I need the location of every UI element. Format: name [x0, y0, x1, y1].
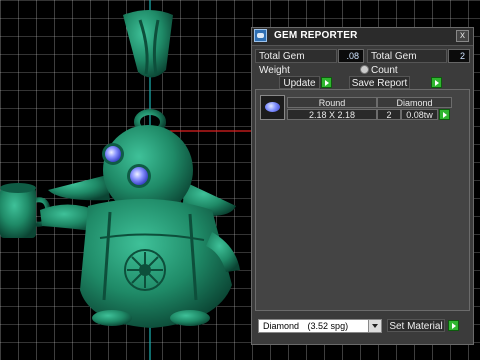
gem-count: 2 [377, 109, 401, 120]
close-button[interactable]: x [456, 30, 469, 42]
set-material-button[interactable]: Set Material [387, 319, 445, 332]
update-button[interactable]: Update [279, 76, 320, 89]
gem-reporter-icon [254, 29, 267, 42]
gem-list: Round Diamond 2.18 X 2.18 2 0.08tw [255, 89, 470, 311]
gem-eye-left [105, 146, 121, 162]
flower-emblem [124, 249, 166, 291]
gem-shape: Round [287, 97, 377, 108]
gem-size: 2.18 X 2.18 [287, 109, 377, 120]
total-gem-weight-label: Total Gem Weight [255, 49, 337, 76]
panel-splitter-handle[interactable] [360, 65, 369, 74]
gem-material: Diamond [377, 97, 452, 108]
panel-title: GEM REPORTER [274, 30, 358, 41]
material-select-spg: (3.52 spg) [307, 321, 349, 331]
total-gem-weight-value: .08 [338, 49, 364, 63]
gem-reporter-panel: GEM REPORTER x Total Gem Weight .08 Tota… [251, 27, 474, 345]
total-gem-count-label: Total Gem Count [367, 49, 447, 76]
panel-titlebar[interactable]: GEM REPORTER x [252, 28, 473, 46]
round-gem-icon[interactable] [260, 95, 285, 120]
update-go-icon[interactable] [321, 77, 332, 88]
material-select-value: Diamond [263, 321, 300, 331]
total-gem-count-value: 2 [448, 49, 470, 63]
gem-weight: 0.08tw [401, 109, 438, 120]
save-report-button[interactable]: Save Report [349, 76, 410, 89]
gem-eye-right [130, 167, 148, 185]
material-select[interactable]: Diamond (3.52 spg) [258, 319, 382, 333]
gem-row-go-icon[interactable] [439, 109, 450, 120]
set-material-go-icon[interactable] [448, 320, 459, 331]
chevron-down-icon[interactable] [368, 320, 381, 332]
save-report-go-icon[interactable] [431, 77, 442, 88]
